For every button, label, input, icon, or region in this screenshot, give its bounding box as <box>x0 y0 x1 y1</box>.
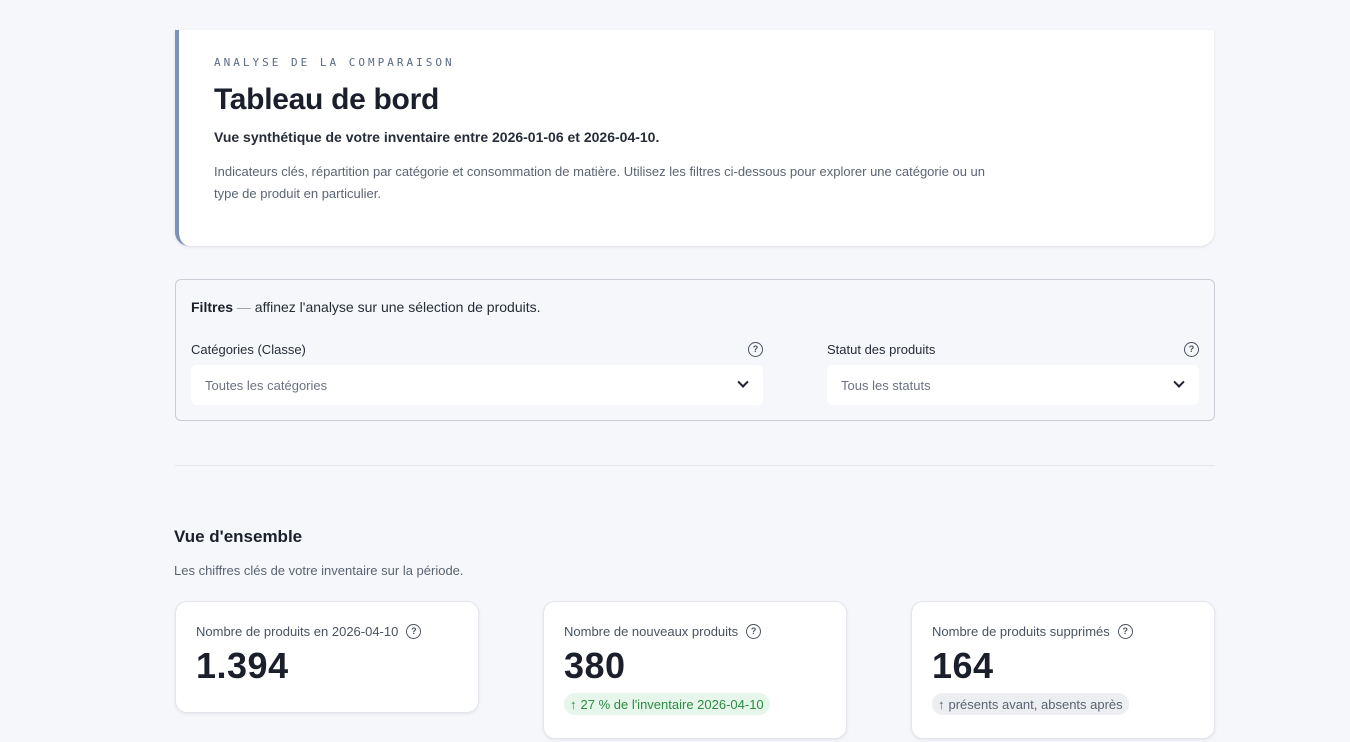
help-icon[interactable]: ? <box>406 624 422 639</box>
status-filter: Statut des produits ? Tous les statuts <box>827 340 1199 405</box>
status-select[interactable]: Tous les statuts <box>827 365 1199 405</box>
kpi-delta-badge: ↑ présents avant, absents après <box>932 693 1129 715</box>
status-select-value: Tous les statuts <box>841 377 931 393</box>
arrow-up-icon: ↑ <box>570 696 577 712</box>
kpi-label: Nombre de nouveaux produits <box>564 624 739 639</box>
filters-title: Filtres <box>191 299 234 315</box>
status-filter-label: Statut des produits <box>827 341 936 357</box>
kpi-card-removed-products: Nombre de produits supprimés ? 164 ↑ pré… <box>911 601 1215 739</box>
category-filter: Catégories (Classe) ? Toutes les catégor… <box>191 340 763 405</box>
kpi-label-row: Nombre de produits supprimés ? <box>932 624 1194 639</box>
header-eyebrow: ANALYSE DE LA COMPARAISON <box>214 56 455 69</box>
filters-header: Filtres — affinez l'analyse sur une séle… <box>191 299 1199 315</box>
kpi-value: 380 <box>564 645 626 686</box>
chevron-down-icon <box>737 376 749 388</box>
header-subtitle: Vue synthétique de votre inventaire entr… <box>214 129 660 145</box>
kpi-delta-text: 27 % de l'inventaire 2026-04-10 <box>580 696 764 712</box>
kpi-delta-text: présents avant, absents après <box>948 696 1123 712</box>
kpi-label: Nombre de produits supprimés <box>932 624 1110 639</box>
category-filter-label: Catégories (Classe) <box>191 341 306 357</box>
overview-title: Vue d'ensemble <box>174 527 303 546</box>
kpi-label-row: Nombre de produits en 2026-04-10 ? <box>196 624 458 639</box>
help-icon[interactable]: ? <box>748 341 763 357</box>
overview-subtitle: Les chiffres clés de votre inventaire su… <box>174 563 464 578</box>
filters-panel: Filtres — affinez l'analyse sur une séle… <box>175 279 1215 421</box>
kpi-value: 1.394 <box>196 645 289 686</box>
arrow-up-icon: ↑ <box>938 696 945 712</box>
header-description: Indicateurs clés, répartition par catégo… <box>214 164 985 201</box>
help-icon[interactable]: ? <box>1184 341 1199 357</box>
chevron-down-icon <box>1173 376 1185 388</box>
filters-separator: — <box>236 299 251 315</box>
status-filter-label-row: Statut des produits ? <box>827 340 1199 358</box>
category-select[interactable]: Toutes les catégories <box>191 365 763 405</box>
kpi-delta-badge: ↑ 27 % de l'inventaire 2026-04-10 <box>564 693 770 715</box>
dashboard-page: ANALYSE DE LA COMPARAISON Tableau de bor… <box>0 0 1350 742</box>
kpi-value: 164 <box>932 645 994 686</box>
kpi-card-new-products: Nombre de nouveaux produits ? 380 ↑ 27 %… <box>543 601 847 739</box>
kpi-card-total-products: Nombre de produits en 2026-04-10 ? 1.394 <box>175 601 479 713</box>
page-title: Tableau de bord <box>214 83 439 116</box>
filters-hint: affinez l'analyse sur une sélection de p… <box>254 299 541 315</box>
category-select-value: Toutes les catégories <box>205 377 328 393</box>
kpi-label-row: Nombre de nouveaux produits ? <box>564 624 826 639</box>
help-icon[interactable]: ? <box>746 624 762 639</box>
section-divider <box>175 465 1215 466</box>
kpi-label: Nombre de produits en 2026-04-10 <box>196 624 399 639</box>
help-icon[interactable]: ? <box>1117 624 1133 639</box>
category-filter-label-row: Catégories (Classe) ? <box>191 340 763 358</box>
header-card: ANALYSE DE LA COMPARAISON Tableau de bor… <box>175 30 1214 246</box>
